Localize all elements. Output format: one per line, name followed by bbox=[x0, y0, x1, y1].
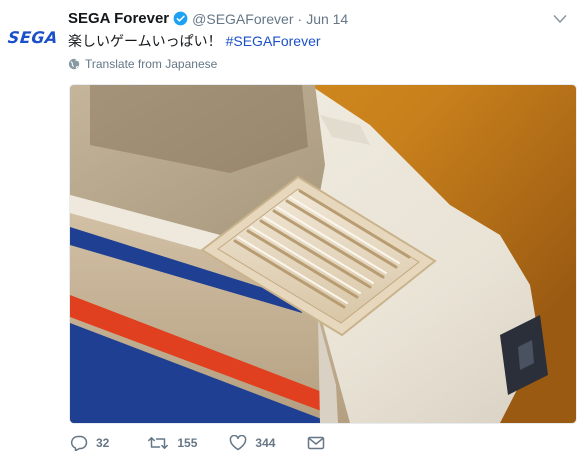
tweet-media[interactable] bbox=[69, 84, 577, 424]
retweet-icon bbox=[148, 437, 169, 449]
like-count: 344 bbox=[255, 436, 276, 450]
media-image bbox=[70, 85, 576, 423]
tweet-text: 楽しいゲームいっぱい！ #SEGAForever bbox=[68, 31, 321, 51]
reply-count: 32 bbox=[96, 436, 110, 450]
tweet-header: SEGA Forever @SEGAForever · Jun 14 bbox=[68, 10, 348, 27]
separator: · bbox=[297, 10, 303, 27]
direct-message-button[interactable] bbox=[307, 436, 333, 450]
retweet-button[interactable]: 155 bbox=[147, 435, 197, 451]
author-handle[interactable]: @SEGAForever bbox=[192, 11, 293, 27]
reply-button[interactable]: 32 bbox=[70, 435, 109, 451]
like-button[interactable]: 344 bbox=[229, 435, 275, 451]
tweet-date[interactable]: Jun 14 bbox=[306, 11, 348, 27]
like-icon bbox=[230, 435, 247, 451]
hashtag-link[interactable]: #SEGAForever bbox=[226, 33, 321, 49]
tweet-actions: 32 155 344 bbox=[70, 435, 359, 451]
author-name[interactable]: SEGA Forever bbox=[68, 10, 169, 27]
globe-icon bbox=[68, 58, 80, 70]
translate-link[interactable]: Translate from Japanese bbox=[68, 57, 217, 71]
chevron-down-icon[interactable] bbox=[553, 14, 567, 24]
translate-label: Translate from Japanese bbox=[85, 57, 218, 71]
avatar-logo: SEGA bbox=[7, 27, 59, 47]
avatar[interactable]: SEGA bbox=[7, 26, 59, 48]
message-icon bbox=[308, 436, 325, 450]
verified-icon bbox=[173, 11, 188, 26]
reply-icon bbox=[70, 435, 88, 451]
retweet-count: 155 bbox=[177, 436, 198, 450]
tweet-body: 楽しいゲームいっぱい！ bbox=[68, 33, 222, 49]
